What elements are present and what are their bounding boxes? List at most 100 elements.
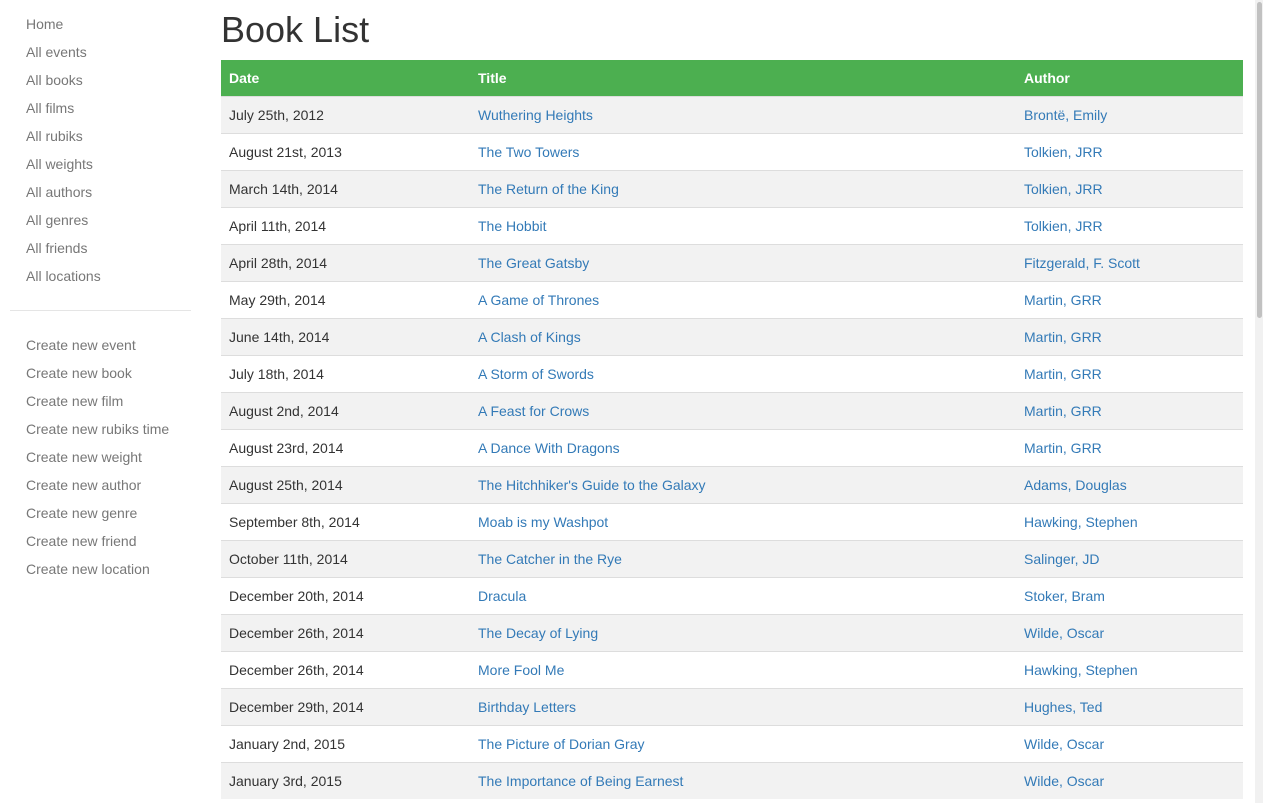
author-link[interactable]: Martin, GRR bbox=[1024, 403, 1102, 419]
table-row: December 26th, 2014 The Decay of Lying Wil… bbox=[221, 613, 1243, 651]
sidebar-link-create-new-book[interactable]: Create new book bbox=[26, 359, 132, 387]
sidebar-link-create-new-genre[interactable]: Create new genre bbox=[26, 499, 137, 527]
cell-title: Birthday Letters bbox=[470, 687, 1016, 725]
cell-date: December 29th, 2014 bbox=[221, 687, 470, 725]
author-link[interactable]: Brontë, Emily bbox=[1024, 107, 1107, 123]
cell-date: December 20th, 2014 bbox=[221, 576, 470, 614]
book-title-link[interactable]: A Storm of Swords bbox=[478, 366, 594, 382]
scrollbar-thumb[interactable] bbox=[1257, 2, 1262, 318]
book-title-link[interactable]: A Dance With Dragons bbox=[478, 440, 620, 456]
cell-title: The Decay of Lying bbox=[470, 613, 1016, 651]
author-link[interactable]: Hawking, Stephen bbox=[1024, 514, 1138, 530]
sidebar-link-create-new-author[interactable]: Create new author bbox=[26, 471, 141, 499]
sidebar-link-all-films[interactable]: All films bbox=[26, 94, 74, 122]
table-row: September 8th, 2014 Moab is my Washpot Haw… bbox=[221, 502, 1243, 540]
cell-title: More Fool Me bbox=[470, 650, 1016, 688]
table-row: March 14th, 2014 The Return of the King To… bbox=[221, 169, 1243, 207]
book-title-link[interactable]: The Decay of Lying bbox=[478, 625, 598, 641]
cell-date: October 11th, 2014 bbox=[221, 539, 470, 577]
book-title-link[interactable]: A Game of Thrones bbox=[478, 292, 599, 308]
author-link[interactable]: Fitzgerald, F. Scott bbox=[1024, 255, 1140, 271]
book-title-link[interactable]: Birthday Letters bbox=[478, 699, 576, 715]
book-title-link[interactable]: The Two Towers bbox=[478, 144, 579, 160]
author-link[interactable]: Wilde, Oscar bbox=[1024, 625, 1104, 641]
table-row: August 25th, 2014 The Hitchhiker's Guide … bbox=[221, 465, 1243, 503]
column-header-date: Date bbox=[229, 69, 260, 86]
table-row: October 11th, 2014 The Catcher in the Rye… bbox=[221, 539, 1243, 577]
cell-author: Salinger, JD bbox=[1016, 539, 1243, 577]
book-title-link[interactable]: The Catcher in the Rye bbox=[478, 551, 622, 567]
sidebar-item-create-new-author: Create new author bbox=[10, 471, 191, 499]
book-title-link[interactable]: The Picture of Dorian Gray bbox=[478, 736, 645, 752]
sidebar-link-all-events[interactable]: All events bbox=[26, 38, 87, 66]
cell-author: Martin, GRR bbox=[1016, 354, 1243, 392]
book-title-link[interactable]: The Hobbit bbox=[478, 218, 546, 234]
author-link[interactable]: Martin, GRR bbox=[1024, 292, 1102, 308]
sidebar-item-home: Home bbox=[10, 10, 191, 38]
cell-author: Brontë, Emily bbox=[1016, 95, 1243, 133]
author-link[interactable]: Martin, GRR bbox=[1024, 329, 1102, 345]
sidebar-link-all-genres[interactable]: All genres bbox=[26, 206, 88, 234]
cell-date: August 25th, 2014 bbox=[221, 465, 470, 503]
sidebar-link-create-new-event[interactable]: Create new event bbox=[26, 331, 136, 359]
sidebar-link-all-authors[interactable]: All authors bbox=[26, 178, 92, 206]
author-link[interactable]: Adams, Douglas bbox=[1024, 477, 1127, 493]
book-title-link[interactable]: Moab is my Washpot bbox=[478, 514, 608, 530]
sidebar-link-create-new-weight[interactable]: Create new weight bbox=[26, 443, 142, 471]
table-row: August 2nd, 2014 A Feast for Crows Martin,… bbox=[221, 391, 1243, 429]
author-link[interactable]: Tolkien, JRR bbox=[1024, 144, 1103, 160]
cell-date: December 26th, 2014 bbox=[221, 613, 470, 651]
vertical-scrollbar[interactable] bbox=[1255, 0, 1263, 803]
author-link[interactable]: Tolkien, JRR bbox=[1024, 218, 1103, 234]
author-link[interactable]: Stoker, Bram bbox=[1024, 588, 1105, 604]
book-title-link[interactable]: The Return of the King bbox=[478, 181, 619, 197]
cell-date: July 25th, 2012 bbox=[221, 95, 470, 133]
book-title-link[interactable]: A Feast for Crows bbox=[478, 403, 589, 419]
sidebar-link-home[interactable]: Home bbox=[26, 10, 63, 38]
sidebar-link-create-new-film[interactable]: Create new film bbox=[26, 387, 123, 415]
column-header-title: Title bbox=[478, 69, 507, 86]
cell-date: August 21st, 2013 bbox=[221, 132, 470, 170]
author-link[interactable]: Tolkien, JRR bbox=[1024, 181, 1103, 197]
sidebar-link-all-locations[interactable]: All locations bbox=[26, 262, 101, 290]
book-title-link[interactable]: The Hitchhiker's Guide to the Galaxy bbox=[478, 477, 706, 493]
book-title-link[interactable]: The Importance of Being Earnest bbox=[478, 773, 683, 789]
author-link[interactable]: Hawking, Stephen bbox=[1024, 662, 1138, 678]
author-link[interactable]: Salinger, JD bbox=[1024, 551, 1099, 567]
sidebar-link-create-new-friend[interactable]: Create new friend bbox=[26, 527, 137, 555]
sidebar-link-create-new-rubiks-time[interactable]: Create new rubiks time bbox=[26, 415, 169, 443]
author-link[interactable]: Martin, GRR bbox=[1024, 366, 1102, 382]
page-title: Book List bbox=[221, 9, 370, 50]
book-title-link[interactable]: A Clash of Kings bbox=[478, 329, 581, 345]
sidebar-link-all-rubiks[interactable]: All rubiks bbox=[26, 122, 83, 150]
cell-date: July 18th, 2014 bbox=[221, 354, 470, 392]
author-link[interactable]: Wilde, Oscar bbox=[1024, 773, 1104, 789]
cell-title: A Clash of Kings bbox=[470, 317, 1016, 355]
sidebar-item-create-new-location: Create new location bbox=[10, 555, 191, 583]
sidebar-list-links: Home All events All books All films All rubi… bbox=[10, 10, 191, 290]
cell-author: Martin, GRR bbox=[1016, 391, 1243, 429]
author-link[interactable]: Hughes, Ted bbox=[1024, 699, 1102, 715]
book-title-link[interactable]: Wuthering Heights bbox=[478, 107, 593, 123]
cell-title: Dracula bbox=[470, 576, 1016, 614]
cell-title: The Return of the King bbox=[470, 169, 1016, 207]
sidebar-nav: Home All events All books All films All rubi… bbox=[10, 10, 191, 583]
book-title-link[interactable]: Dracula bbox=[478, 588, 526, 604]
table-row: May 29th, 2014 A Game of Thrones Martin, G… bbox=[221, 280, 1243, 318]
sidebar-item-all-locations: All locations bbox=[10, 262, 191, 290]
cell-author: Wilde, Oscar bbox=[1016, 761, 1243, 799]
book-title-link[interactable]: More Fool Me bbox=[478, 662, 564, 678]
sidebar-link-create-new-location[interactable]: Create new location bbox=[26, 555, 150, 583]
table-header-row: Date Title Author bbox=[221, 60, 1243, 96]
author-link[interactable]: Martin, GRR bbox=[1024, 440, 1102, 456]
book-title-link[interactable]: The Great Gatsby bbox=[478, 255, 589, 271]
book-table: Date Title Author July 25th, 2012 Wutheri… bbox=[221, 60, 1243, 799]
sidebar-item-create-new-friend: Create new friend bbox=[10, 527, 191, 555]
cell-title: The Hobbit bbox=[470, 206, 1016, 244]
sidebar-link-all-books[interactable]: All books bbox=[26, 66, 83, 94]
sidebar-link-all-friends[interactable]: All friends bbox=[26, 234, 87, 262]
sidebar-item-all-films: All films bbox=[10, 94, 191, 122]
author-link[interactable]: Wilde, Oscar bbox=[1024, 736, 1104, 752]
sidebar-item-all-rubiks: All rubiks bbox=[10, 122, 191, 150]
sidebar-link-all-weights[interactable]: All weights bbox=[26, 150, 93, 178]
